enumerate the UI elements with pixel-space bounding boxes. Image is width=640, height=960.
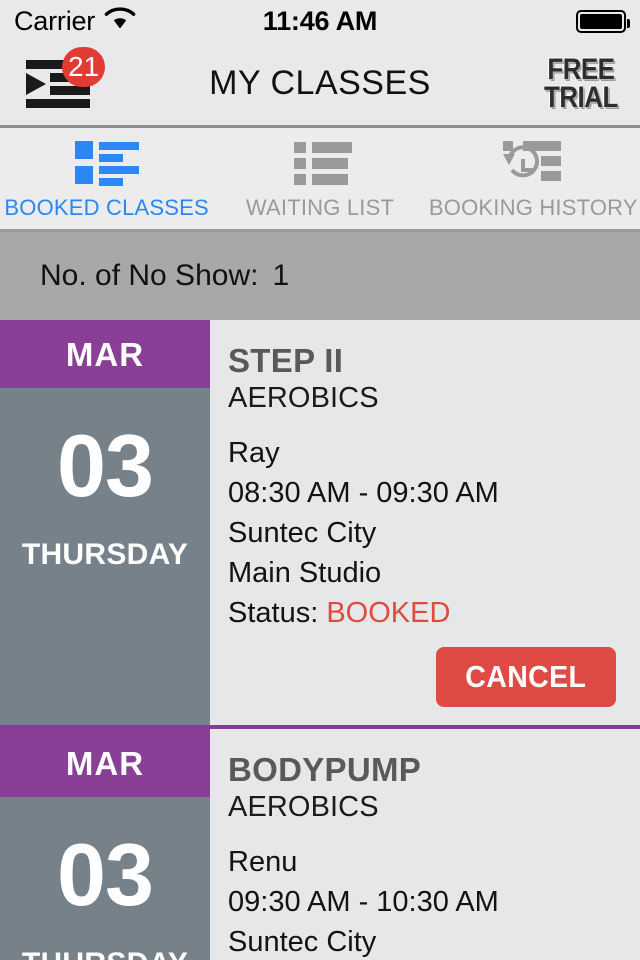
tab-label-booking-history: BOOKING HISTORY	[428, 194, 638, 220]
class-weekday: THURSDAY	[22, 947, 188, 960]
class-details: Renu 09:30 AM - 10:30 AM Suntec City	[228, 842, 616, 960]
list-gray-icon	[284, 137, 356, 189]
class-month: MAR	[0, 320, 210, 388]
no-show-label: No. of No Show:	[40, 259, 259, 292]
wifi-icon	[104, 7, 136, 35]
tab-booking-history[interactable]: BOOKING HISTORY	[427, 128, 640, 229]
class-room: Main Studio	[228, 557, 382, 590]
class-time: 09:30 AM - 10:30 AM	[228, 886, 499, 919]
app-screen: Carrier 11:46 AM 21 MY CLASSES FREE TRIA…	[0, 0, 640, 960]
status-badge: BOOKED	[326, 597, 451, 630]
class-action-row: CANCEL	[228, 647, 616, 708]
class-date-column: MAR 03 THURSDAY	[0, 729, 210, 960]
class-list: MAR 03 THURSDAY STEP II AEROBICS Ray 08:…	[0, 320, 640, 960]
status-bar-left: Carrier	[14, 6, 136, 37]
tab-booked-classes[interactable]: BOOKED CLASSES	[0, 128, 213, 229]
tab-label-booked-classes: BOOKED CLASSES	[4, 194, 209, 220]
free-trial-button[interactable]: FREE TRIAL	[538, 52, 624, 114]
class-category: AEROBICS	[228, 791, 379, 824]
free-trial-line-2: TRIAL	[544, 80, 618, 114]
class-status: Status: BOOKED	[228, 593, 616, 633]
class-location: Suntec City	[228, 926, 377, 959]
menu-badge: 21	[62, 46, 106, 87]
class-card[interactable]: MAR 03 THURSDAY STEP II AEROBICS Ray 08:…	[0, 320, 640, 730]
page-title: MY CLASSES	[209, 64, 431, 102]
tab-bar: BOOKED CLASSES WAITING LIST BOOKING HIST…	[0, 128, 640, 232]
class-time: 08:30 AM - 09:30 AM	[228, 477, 499, 510]
history-clock-icon	[497, 137, 569, 189]
class-name: BODYPUMP	[228, 751, 422, 789]
class-weekday: THURSDAY	[21, 538, 189, 571]
class-info-column: BODYPUMP AEROBICS Renu 09:30 AM - 10:30 …	[210, 729, 640, 960]
battery-full-icon	[576, 9, 630, 33]
nav-bar: 21 MY CLASSES FREE TRIAL	[0, 42, 640, 128]
tab-label-waiting-list: WAITING LIST	[245, 194, 395, 220]
list-blue-icon	[71, 137, 143, 189]
class-info-column: STEP II AEROBICS Ray 08:30 AM - 09:30 AM…	[210, 320, 640, 726]
cancel-button[interactable]: CANCEL	[436, 647, 616, 708]
class-details: Ray 08:30 AM - 09:30 AM Suntec City Main…	[228, 433, 616, 633]
no-show-bar: No. of No Show: 1	[0, 232, 640, 320]
class-instructor: Ray	[228, 437, 280, 469]
class-instructor: Renu	[228, 846, 298, 879]
class-status-label: Status:	[228, 597, 327, 630]
cancel-button-label: CANCEL	[465, 659, 587, 695]
class-name: STEP II	[228, 342, 344, 379]
status-bar: Carrier 11:46 AM	[0, 0, 640, 42]
class-card[interactable]: MAR 03 THURSDAY BODYPUMP AEROBICS Renu 0…	[0, 729, 640, 960]
carrier-label: Carrier	[14, 5, 96, 36]
free-trial-line-1: FREE	[547, 52, 616, 86]
class-location: Suntec City	[228, 517, 377, 550]
class-date-column: MAR 03 THURSDAY	[0, 320, 210, 726]
class-month: MAR	[0, 729, 210, 798]
tab-waiting-list[interactable]: WAITING LIST	[213, 128, 426, 229]
class-day: 03	[57, 825, 154, 925]
status-bar-right	[576, 9, 630, 33]
no-show-value: 1	[272, 259, 290, 292]
class-day: 03	[57, 416, 154, 515]
class-category: AEROBICS	[228, 382, 379, 414]
menu-button[interactable]: 21	[20, 46, 106, 112]
